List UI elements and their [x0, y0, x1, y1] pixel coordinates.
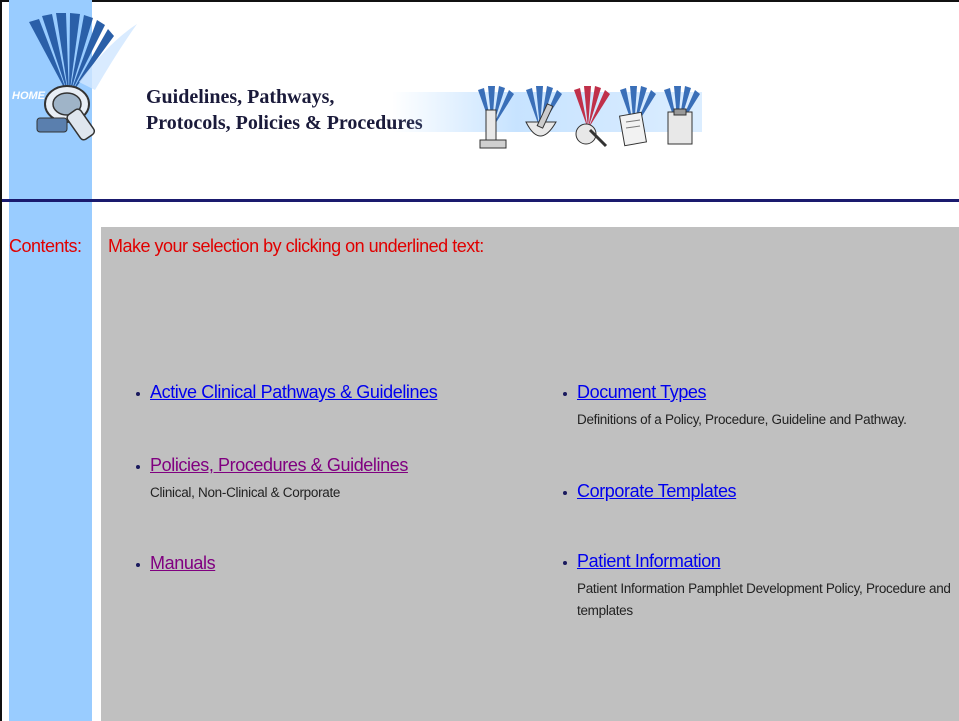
list-item-corporate-templates: Corporate Templates — [563, 481, 737, 502]
mortar-pestle-icon — [525, 86, 562, 137]
list-item-document-types: Document Types Definitions of a Policy, … — [563, 382, 907, 431]
link-manuals[interactable]: Manuals — [150, 553, 216, 573]
bullet-icon — [136, 563, 140, 567]
link-policies-procedures-guidelines[interactable]: Policies, Procedures & Guidelines — [150, 455, 408, 475]
header-divider — [2, 199, 959, 202]
link-patient-information[interactable]: Patient Information — [577, 551, 721, 571]
home-logo[interactable]: HOME — [9, 2, 139, 152]
contents-label: Contents: — [9, 236, 82, 256]
microscope-icon — [478, 86, 514, 149]
list-item-active-clinical-pathways: Active Clinical Pathways & Guidelines — [136, 382, 438, 403]
bullet-icon — [563, 491, 567, 495]
patient-information-description: Patient Information Pamphlet Development… — [577, 581, 951, 618]
bullet-icon — [136, 465, 140, 469]
notepad-icon — [618, 86, 656, 147]
bullet-icon — [563, 561, 567, 565]
clipboard-icon — [664, 86, 700, 145]
page-title: Guidelines, Pathways, Protocols, Policie… — [146, 84, 423, 136]
list-item-patient-information: Patient Information Patient Information … — [563, 551, 957, 622]
home-fan-icon — [29, 13, 137, 141]
home-label: HOME — [12, 90, 45, 102]
link-corporate-templates[interactable]: Corporate Templates — [577, 481, 737, 501]
title-line-2: Protocols, Policies & Procedures — [146, 112, 423, 134]
list-item-manuals: Manuals — [136, 553, 216, 574]
banner-icons — [478, 86, 700, 149]
bullet-icon — [136, 392, 140, 396]
list-item-policies-procedures: Policies, Procedures & Guidelines Clinic… — [136, 455, 408, 504]
policies-description: Clinical, Non-Clinical & Corporate — [150, 485, 341, 500]
bullet-icon — [563, 392, 567, 396]
instruction-text: Make your selection by clicking on under… — [108, 236, 484, 256]
link-active-clinical-pathways[interactable]: Active Clinical Pathways & Guidelines — [150, 382, 438, 402]
stethoscope-icon — [574, 86, 610, 148]
link-document-types[interactable]: Document Types — [577, 382, 707, 402]
title-line-1: Guidelines, Pathways, — [146, 86, 335, 108]
document-types-description: Definitions of a Policy, Procedure, Guid… — [577, 412, 907, 427]
